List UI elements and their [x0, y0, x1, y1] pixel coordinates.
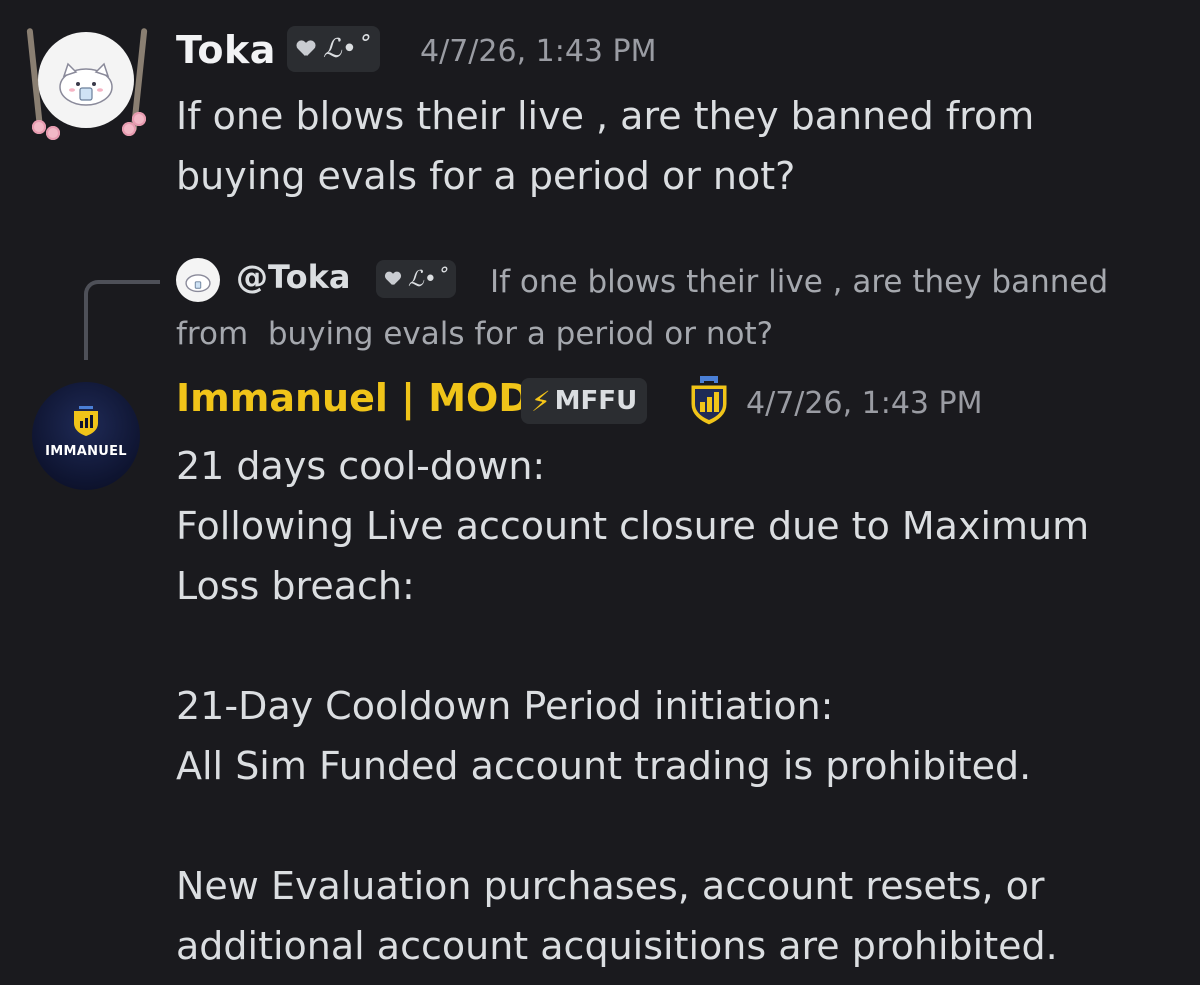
- user-tag[interactable]: ⚡ MFFU: [521, 378, 648, 424]
- message-line: All Sim Funded account trading is prohib…: [176, 744, 1032, 788]
- heart-icon: [385, 272, 400, 286]
- heart-icon: [297, 41, 315, 57]
- message-content: 21 days cool-down: Following Live accoun…: [176, 436, 1166, 976]
- avatar-toka[interactable]: [26, 22, 148, 140]
- message-line: [176, 796, 1166, 856]
- reply-user-tag-label: ℒ•˚: [408, 266, 448, 292]
- shield-chart-icon: [74, 406, 98, 436]
- flower-icon: [46, 126, 60, 140]
- message-timestamp: 4/7/26, 1:43 PM: [746, 386, 983, 421]
- message-line: Following Live account closure due to Ma…: [176, 504, 1102, 608]
- message-line: 21-Day Cooldown Period initiation:: [176, 684, 834, 728]
- avatar-label: IMMANUEL: [45, 444, 127, 459]
- flower-icon: [32, 120, 46, 134]
- lightning-bolt-icon: ⚡: [531, 384, 551, 418]
- message-line: [176, 616, 1166, 676]
- username[interactable]: Toka: [176, 28, 276, 72]
- message-timestamp: 4/7/26, 1:43 PM: [420, 34, 657, 69]
- message-line: 21 days cool-down:: [176, 444, 546, 488]
- avatar-image: [38, 32, 134, 128]
- reply-user-tag: ℒ•˚: [376, 260, 456, 298]
- message-content: If one blows their live , are they banne…: [176, 94, 1047, 198]
- avatar-immanuel[interactable]: IMMANUEL: [32, 382, 140, 490]
- user-tag-label: ℒ•˚: [323, 34, 371, 64]
- reply-connector: [84, 280, 160, 360]
- user-tag-label: MFFU: [554, 386, 638, 416]
- username[interactable]: Immanuel | MOD: [176, 376, 530, 420]
- message-line: New Evaluation purchases, account resets…: [176, 864, 1058, 968]
- user-tag[interactable]: ℒ•˚: [287, 26, 381, 72]
- shield-chart-icon[interactable]: [689, 376, 729, 426]
- cat-illustration-icon: [59, 62, 113, 106]
- flower-icon: [132, 112, 146, 126]
- chat-view: Toka ℒ•˚ 4/7/26, 1:43 PM If one blows th…: [0, 0, 1200, 985]
- reply-mention[interactable]: @Toka: [236, 258, 350, 296]
